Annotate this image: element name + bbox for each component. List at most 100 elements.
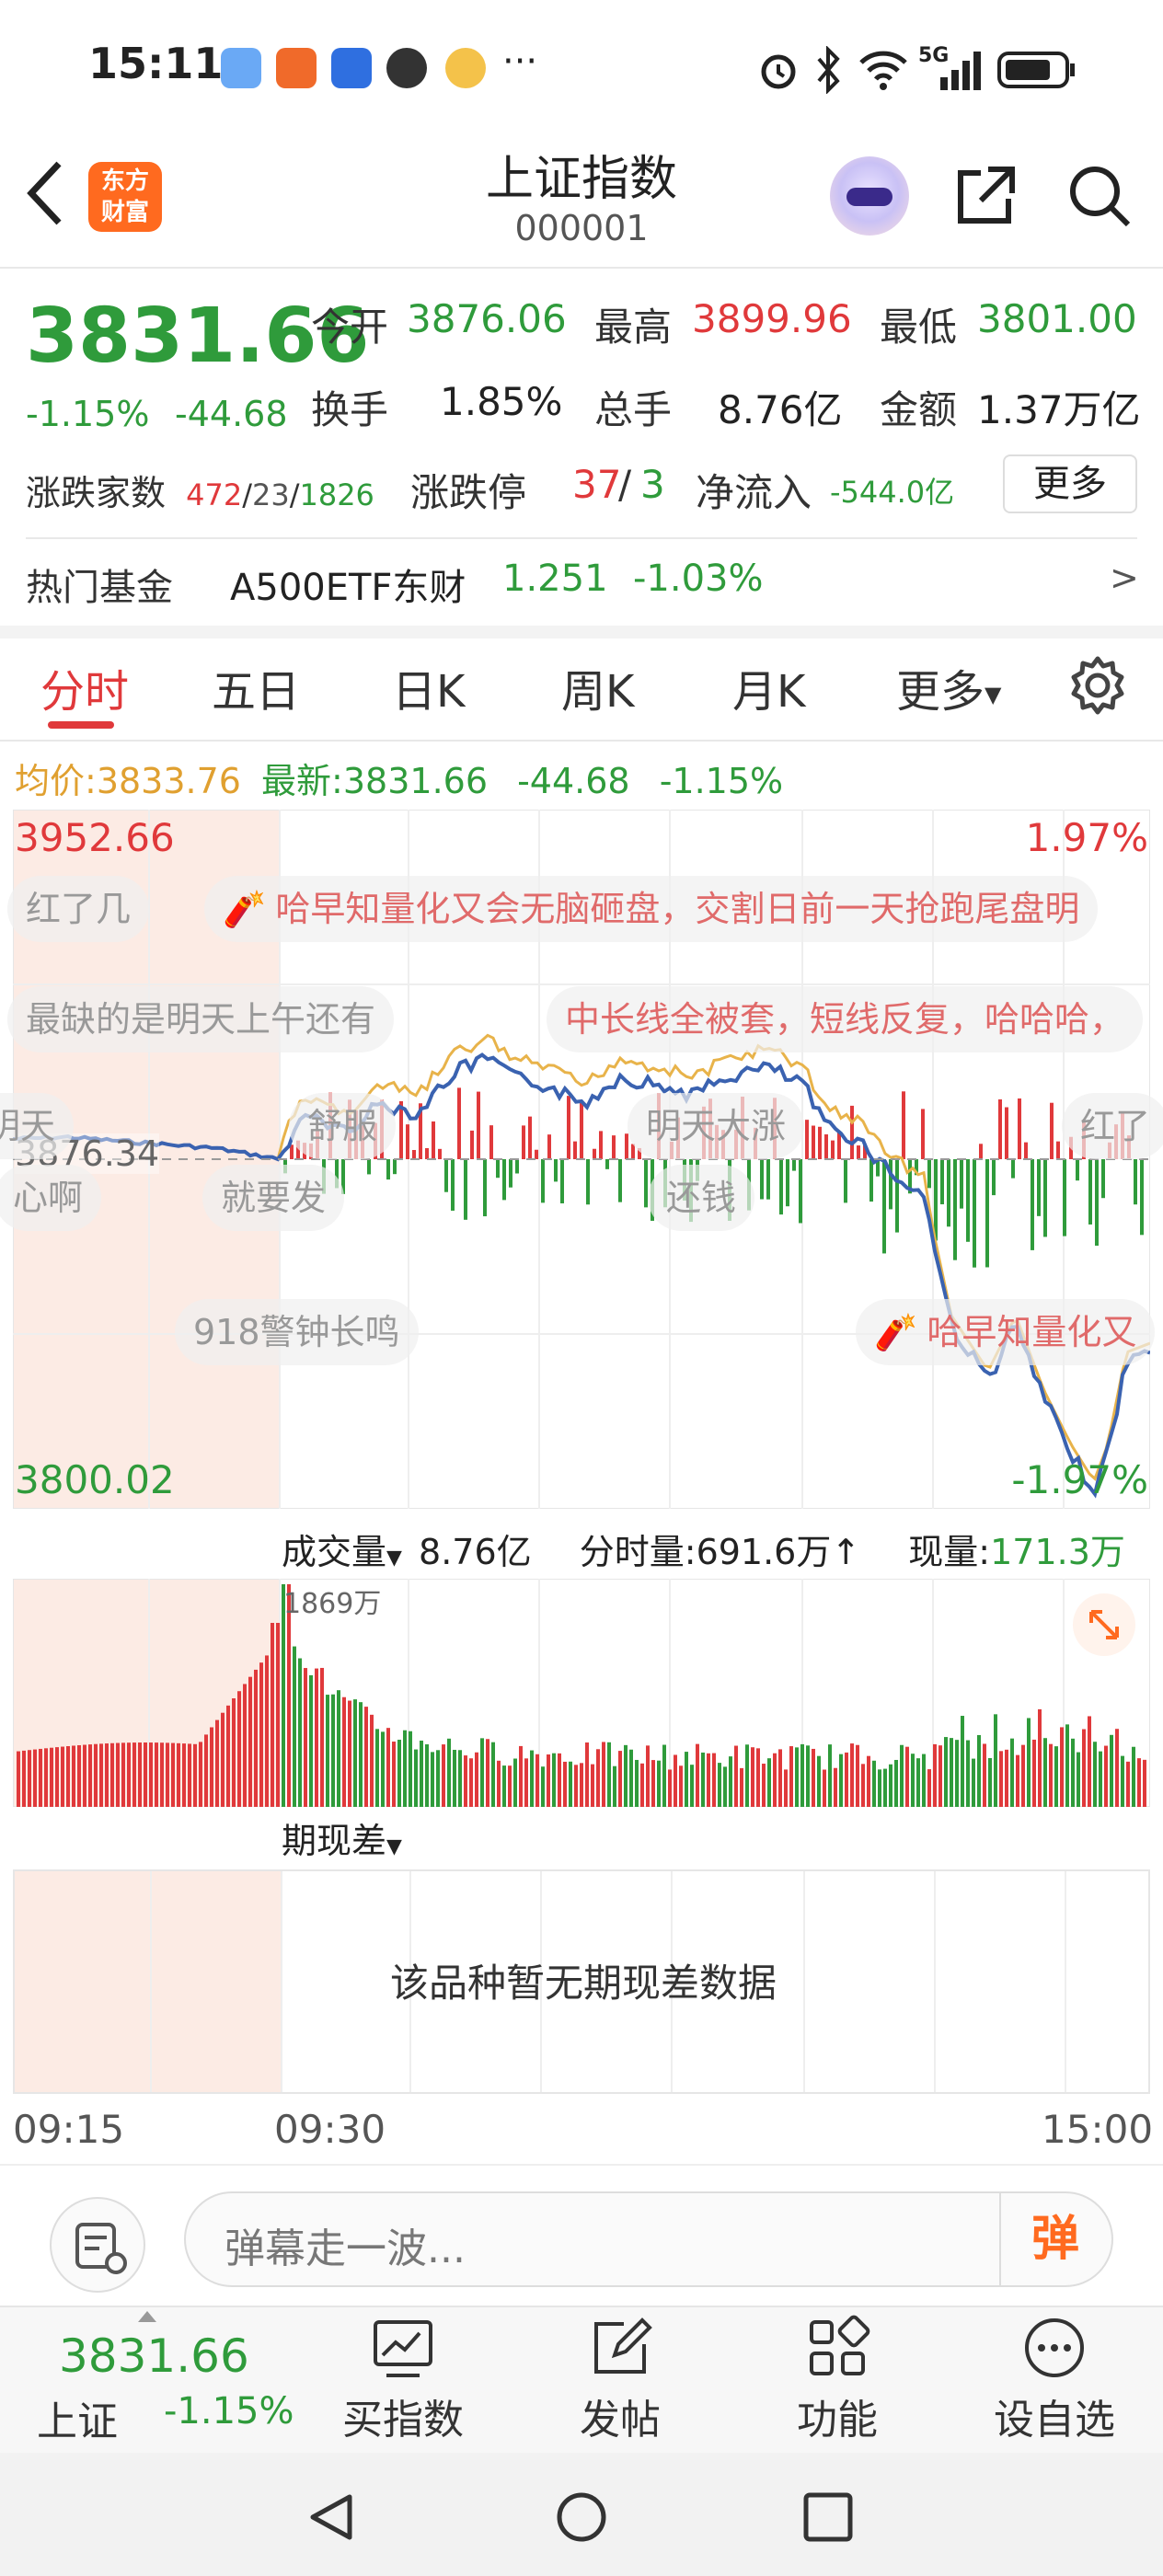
danmaku-bubble[interactable]: 明天 <box>0 1093 75 1159</box>
buy-index-button[interactable]: 买指数 <box>320 2315 486 2445</box>
volume-bar-42 <box>248 1676 252 1807</box>
intraday-chart[interactable]: 3952.66 1.97% 3800.02 -1.97% 3876.34 红了几… <box>0 809 1163 1510</box>
nav-recents-icon[interactable] <box>802 2491 854 2543</box>
volume-bar-53 <box>309 1674 313 1807</box>
volume-bar-137 <box>773 1753 777 1807</box>
volume-bar-100 <box>569 1761 572 1807</box>
basis-selector[interactable]: 期现差▼ <box>282 1812 402 1863</box>
active-tab-indicator <box>48 721 114 729</box>
minute-bar-17 <box>393 1159 397 1175</box>
minute-bar-110 <box>992 1159 996 1196</box>
minute-bar-43 <box>560 1159 564 1204</box>
minute-bar-51 <box>612 1135 616 1159</box>
volume-bar-178 <box>999 1751 1003 1807</box>
back-icon[interactable] <box>22 156 68 242</box>
tab-more[interactable]: 更多▼ <box>896 655 1001 719</box>
volume-bar-43 <box>254 1669 258 1807</box>
volume-bar-161 <box>905 1746 909 1807</box>
volume-bar-112 <box>635 1759 639 1807</box>
minute-bar-87 <box>844 1159 847 1203</box>
volume-bar-3 <box>33 1749 37 1807</box>
send-danmaku-button[interactable]: 弹 <box>999 2193 1110 2285</box>
time-label-start: 09:15 <box>13 2107 125 2152</box>
minute-bar-23 <box>432 1121 435 1159</box>
hot-fund-pct: -1.03% <box>633 558 764 600</box>
time-label-close: 15:00 <box>1042 2107 1154 2152</box>
tab-intraday[interactable]: 分时 <box>40 655 129 719</box>
firecracker-icon: 🧨 <box>874 1312 918 1352</box>
danmaku-text: 中长线全被套，短线反复，哈哈哈， <box>565 999 1125 1040</box>
minute-bar-101 <box>934 1159 938 1241</box>
danmaku-bubble[interactable]: 明天大涨 <box>628 1093 805 1159</box>
gear-icon[interactable] <box>1065 653 1130 718</box>
volume-selector[interactable]: 成交量▼ <box>282 1532 402 1572</box>
volume-bar-0 <box>17 1751 20 1807</box>
basis-label: 期现差 <box>282 1821 387 1861</box>
volume-bar-147 <box>828 1744 832 1807</box>
minute-bar-86 <box>837 1132 841 1159</box>
danmaku-bubble[interactable]: 心啊 <box>0 1165 102 1231</box>
tab-daily-k[interactable]: 日K <box>392 655 465 719</box>
post-button[interactable]: 发帖 <box>537 2315 703 2445</box>
minute-bar-99 <box>921 1109 925 1159</box>
volume-bar-168 <box>944 1737 948 1807</box>
search-icon[interactable] <box>1065 162 1132 228</box>
volume-bar-86 <box>491 1742 495 1807</box>
volume-bar-70 <box>403 1730 407 1807</box>
volume-bar-202 <box>1132 1746 1135 1807</box>
volume-bar-167 <box>938 1745 942 1807</box>
functions-label: 功能 <box>797 2397 878 2444</box>
volume-bar-50 <box>293 1646 296 1807</box>
share-icon[interactable] <box>953 162 1018 226</box>
tab-weekly-k[interactable]: 周K <box>561 655 634 719</box>
tab-monthly-k[interactable]: 月K <box>732 655 805 719</box>
volume-bar-184 <box>1032 1739 1036 1807</box>
chart-trend-icon <box>374 2320 432 2377</box>
volume-bar-121 <box>685 1752 688 1807</box>
danmaku-bubble[interactable]: 红了几 <box>7 876 150 942</box>
minute-bar-24 <box>438 1148 442 1159</box>
more-button[interactable]: 更多 <box>1003 454 1137 513</box>
volume-bar-151 <box>850 1743 854 1807</box>
volume-bar-57 <box>331 1694 335 1807</box>
change-percent: -1.15% <box>26 394 150 434</box>
danmaku-bubble[interactable]: 🧨 哈早知量化又会无脑砸盘，交割日前一天抢跑尾盘明 <box>204 876 1099 942</box>
buy-index-label: 买指数 <box>342 2397 464 2444</box>
nav-back-icon[interactable] <box>304 2490 359 2545</box>
volume-bar-146 <box>823 1769 826 1807</box>
volume-chart[interactable]: 1869万 <box>12 1578 1151 1808</box>
danmaku-settings-icon[interactable] <box>50 2197 145 2293</box>
tabs-divider <box>0 740 1163 742</box>
tab-five-day[interactable]: 五日 <box>212 655 300 719</box>
danmaku-bubble[interactable]: 红了 <box>1062 1093 1163 1159</box>
hot-fund-row[interactable]: 热门基金 A500ETF东财 1.251 -1.03% > <box>0 541 1163 624</box>
nav-home-icon[interactable] <box>554 2490 609 2545</box>
volume-bar-104 <box>591 1764 594 1807</box>
minute-bar-28 <box>464 1159 467 1220</box>
now-volume-value: 171.3万 <box>990 1532 1125 1572</box>
danmaku-bubble[interactable]: 最缺的是明天上午还有 <box>7 986 395 1052</box>
expand-icon[interactable] <box>1071 1592 1137 1658</box>
volume-bar-101 <box>574 1765 578 1807</box>
volume-bar-154 <box>867 1755 870 1807</box>
volume-bar-10 <box>72 1745 75 1807</box>
danmaku-bubble[interactable]: 中长线全被套，短线反复，哈哈哈， <box>547 986 1144 1052</box>
ai-assistant-icon[interactable] <box>830 156 909 236</box>
danmaku-bubble[interactable]: 🧨 哈早知量化又 <box>856 1299 1156 1365</box>
minute-bar-39 <box>535 1149 538 1159</box>
danmaku-bubble[interactable]: 918警钟长鸣 <box>175 1299 419 1365</box>
functions-button[interactable]: 功能 <box>754 2315 920 2445</box>
volume-bar-129 <box>729 1756 732 1807</box>
volume-bar-138 <box>778 1749 782 1807</box>
volume-bar-133 <box>751 1747 754 1807</box>
volume-bar-51 <box>298 1658 302 1807</box>
add-watchlist-button[interactable]: 设自选 <box>972 2315 1137 2445</box>
time-label-open: 09:30 <box>274 2107 386 2152</box>
danmaku-bubble[interactable]: 就要发 <box>202 1165 345 1231</box>
volume-bar-134 <box>756 1748 760 1807</box>
volume-bar-180 <box>1010 1738 1014 1807</box>
minute-bar-112 <box>1005 1107 1008 1159</box>
volume-bar-79 <box>453 1749 456 1807</box>
danmaku-bubble[interactable]: 舒服 <box>289 1093 397 1159</box>
danmaku-bubble[interactable]: 还钱 <box>648 1165 755 1231</box>
